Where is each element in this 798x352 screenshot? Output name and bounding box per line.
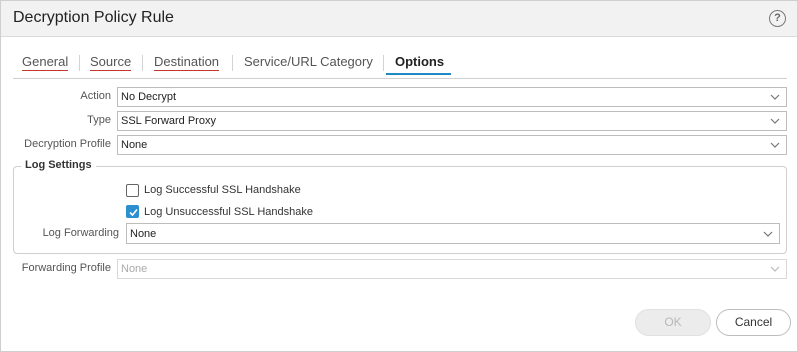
dialog-title: Decryption Policy Rule (13, 9, 174, 26)
chevron-down-icon (770, 266, 780, 272)
log-forwarding-label: Log Forwarding (42, 227, 119, 239)
help-icon[interactable]: ? (769, 10, 786, 27)
active-tab-indicator (386, 73, 451, 75)
type-select[interactable]: SSL Forward Proxy (117, 111, 787, 131)
chevron-down-icon (770, 118, 780, 124)
checkmark-icon (129, 208, 138, 217)
tab-separator (142, 55, 143, 71)
log-forwarding-value: None (130, 228, 157, 240)
cancel-button[interactable]: Cancel (716, 309, 791, 336)
log-settings-legend: Log Settings (21, 159, 96, 171)
tab-separator (79, 55, 80, 71)
log-forwarding-select[interactable]: None (126, 223, 780, 244)
log-successful-checkbox[interactable] (126, 184, 139, 197)
tab-destination[interactable]: Destination (154, 54, 220, 71)
action-select[interactable]: No Decrypt (117, 87, 787, 107)
chevron-down-icon (763, 231, 773, 237)
log-successful-label: Log Successful SSL Handshake (144, 184, 301, 196)
forwarding-profile-value: None (121, 263, 148, 275)
log-unsuccessful-checkbox[interactable] (126, 205, 139, 218)
tab-separator (383, 55, 384, 71)
chevron-down-icon (770, 142, 780, 148)
forwarding-profile-label: Forwarding Profile (21, 262, 111, 274)
action-label: Action (80, 90, 111, 102)
decryption-profile-value: None (121, 139, 148, 151)
forwarding-profile-select: None (117, 259, 787, 279)
ok-button: OK (635, 309, 711, 336)
decryption-policy-rule-dialog: Decryption Policy Rule ? General Source … (0, 0, 798, 352)
decryption-profile-label: Decryption Profile (24, 138, 111, 150)
tab-options[interactable]: Options (395, 54, 444, 69)
log-unsuccessful-label: Log Unsuccessful SSL Handshake (144, 206, 313, 218)
tab-service-url-category[interactable]: Service/URL Category (244, 54, 373, 69)
type-label: Type (87, 114, 111, 126)
chevron-down-icon (770, 94, 780, 100)
action-value: No Decrypt (121, 91, 177, 103)
dialog-titlebar: Decryption Policy Rule ? (1, 1, 797, 37)
tab-bar: General Source Destination Service/URL C… (13, 49, 787, 79)
tab-general[interactable]: General (22, 54, 69, 71)
tab-source[interactable]: Source (90, 54, 132, 71)
tab-separator (232, 55, 233, 71)
decryption-profile-select[interactable]: None (117, 135, 787, 155)
type-value: SSL Forward Proxy (121, 115, 216, 127)
